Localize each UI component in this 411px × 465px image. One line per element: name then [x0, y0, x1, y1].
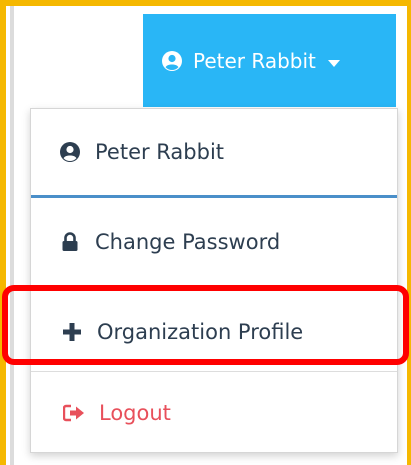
- frame-left-border: [0, 0, 6, 465]
- user-name-label: Peter Rabbit: [193, 48, 316, 73]
- plus-icon: [61, 323, 83, 341]
- menu-item-organization-profile[interactable]: Organization Profile: [31, 289, 397, 375]
- user-dropdown-menu: Peter Rabbit Change Password Organizatio…: [30, 108, 398, 453]
- sign-out-icon: [63, 404, 85, 422]
- page-edge-strip: [10, 6, 14, 465]
- user-menu-toggle[interactable]: Peter Rabbit: [143, 14, 396, 107]
- user-circle-icon: [161, 50, 183, 72]
- menu-divider: [31, 371, 397, 372]
- menu-divider-header: [31, 195, 397, 198]
- frame-right-border: [407, 0, 411, 465]
- caret-down-icon: [327, 49, 340, 73]
- menu-item-change-password-label: Change Password: [95, 230, 281, 254]
- user-circle-icon: [59, 141, 81, 163]
- menu-item-logout-label: Logout: [99, 401, 171, 425]
- menu-divider: [31, 285, 397, 286]
- menu-item-profile[interactable]: Peter Rabbit: [31, 109, 397, 195]
- lock-icon: [59, 232, 81, 252]
- menu-item-profile-label: Peter Rabbit: [95, 140, 225, 164]
- frame-top-border: [0, 0, 411, 6]
- menu-item-change-password[interactable]: Change Password: [31, 199, 397, 285]
- page: Peter Rabbit Peter Rabbit Change Passwor…: [0, 0, 411, 465]
- menu-item-logout[interactable]: Logout: [31, 373, 397, 453]
- menu-item-organization-profile-label: Organization Profile: [97, 320, 304, 344]
